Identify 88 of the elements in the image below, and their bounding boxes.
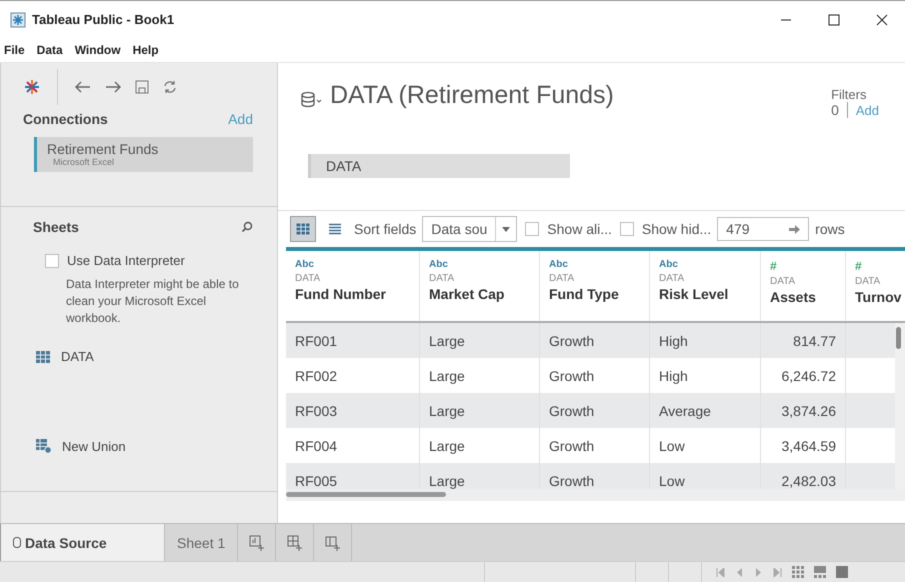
column-header[interactable]: Assets <box>770 289 845 305</box>
table-cell: Low <box>659 472 685 488</box>
table-cell: Growth <box>549 402 594 418</box>
horizontal-scrollbar[interactable] <box>286 492 446 497</box>
column-source: DATA <box>549 273 576 284</box>
rows-label: rows <box>815 221 845 237</box>
canvas-table[interactable]: DATA <box>308 154 570 178</box>
table-cell: RF002 <box>295 368 338 384</box>
table-cell: Large <box>429 402 465 418</box>
back-arrow-icon[interactable] <box>74 80 92 94</box>
data-type-label[interactable]: Abc <box>549 259 568 270</box>
table-cell: 3,874.26 <box>782 402 836 418</box>
refresh-icon[interactable] <box>162 79 178 95</box>
show-hidden-checkbox[interactable]: Show hid... <box>620 221 712 237</box>
search-icon[interactable] <box>241 221 253 233</box>
column-header[interactable]: Fund Number <box>295 286 419 302</box>
caret-icon <box>502 226 510 232</box>
sheets-heading: Sheets <box>33 219 79 235</box>
data-source-title: DATA (Retirement Funds) <box>330 81 614 110</box>
arrow-icon[interactable] <box>789 224 800 234</box>
new-book-icon <box>324 534 341 550</box>
table-cell: RF003 <box>295 402 338 418</box>
tableau-logo-icon[interactable] <box>23 78 41 96</box>
table-cell: RF005 <box>295 472 338 488</box>
forward-arrow-icon[interactable] <box>104 80 122 94</box>
column-header[interactable]: Market Cap <box>429 286 539 302</box>
app-logo-icon <box>10 12 26 28</box>
table-cell: High <box>659 368 688 384</box>
column-header[interactable]: Turnov <box>855 289 905 305</box>
table-icon <box>35 350 51 364</box>
column-source: DATA <box>855 276 882 287</box>
data-type-label[interactable]: Abc <box>295 259 314 270</box>
table-cell: Growth <box>549 332 594 348</box>
sort-fields-label: Sort fields <box>354 221 416 237</box>
checkbox[interactable] <box>45 254 59 268</box>
save-icon[interactable] <box>134 79 150 95</box>
table-cell: Growth <box>549 472 594 488</box>
new-grid-icon <box>286 534 303 550</box>
table-cell: Large <box>429 368 465 384</box>
table-cell: Growth <box>549 368 594 384</box>
menu-item[interactable]: Help <box>132 43 159 57</box>
connection-item[interactable]: Retirement Funds Microsoft Excel <box>34 137 253 172</box>
grid-view-button[interactable] <box>290 216 316 242</box>
filters-label: Filters <box>831 87 868 102</box>
sheet-item[interactable]: DATA <box>61 349 94 364</box>
filter-count: 0 <box>831 102 839 118</box>
table-cell: 814.77 <box>793 332 836 348</box>
table-cell: Growth <box>549 438 594 454</box>
sheet-item[interactable]: New Union <box>62 438 126 454</box>
table-cell: Average <box>659 402 711 418</box>
grid-icon <box>296 223 310 235</box>
column-source: DATA <box>295 273 322 284</box>
column-header[interactable]: Risk Level <box>659 286 760 302</box>
vertical-scrollbar[interactable] <box>896 327 901 349</box>
column-header[interactable]: Fund Type <box>549 286 649 302</box>
table-cell: 6,246.72 <box>782 368 836 384</box>
window-title: Tableau Public - Book1 <box>32 12 174 27</box>
table-cell: RF004 <box>295 438 338 454</box>
maximize-icon[interactable] <box>827 12 841 26</box>
menu-item[interactable]: Data <box>36 43 63 57</box>
use-data-interpreter-checkbox[interactable]: Use Data Interpreter <box>45 253 251 268</box>
sheet-sorter-icon[interactable] <box>792 566 804 578</box>
column-source: DATA <box>770 276 796 287</box>
new-chart-icon <box>248 534 265 550</box>
menu-item[interactable]: File <box>4 43 25 57</box>
union-icon <box>35 438 52 454</box>
table-cell: Large <box>429 472 465 488</box>
interpreter-hint: Data Interpreter might be able to clean your Microsoft Excel workbook. <box>66 276 240 327</box>
menu-item[interactable]: Window <box>74 43 121 57</box>
table-cell: Large <box>429 332 465 348</box>
column-source: DATA <box>429 273 456 284</box>
table-cell: 2,482.03 <box>782 472 836 488</box>
table-cell: RF001 <box>295 332 338 348</box>
table-cell: High <box>659 332 688 348</box>
connections-heading: Connections <box>23 111 108 127</box>
rows-field[interactable]: 479 <box>717 217 810 241</box>
data-source-tab[interactable]: Data Source <box>0 524 165 561</box>
table-cell: Low <box>659 438 685 454</box>
close-icon[interactable] <box>875 12 889 26</box>
show-aliases-checkbox[interactable]: Show ali... <box>525 221 612 237</box>
list-icon <box>328 223 342 235</box>
column-source: DATA <box>659 273 686 284</box>
table-cell: 3,464.59 <box>782 438 836 454</box>
data-type-label[interactable]: Abc <box>429 259 448 270</box>
data-type-label[interactable]: Abc <box>659 259 678 270</box>
sort-dropdown[interactable]: Data sou <box>422 216 518 242</box>
table-cell: Large <box>429 438 465 454</box>
filmstrip-icon[interactable] <box>814 566 826 578</box>
